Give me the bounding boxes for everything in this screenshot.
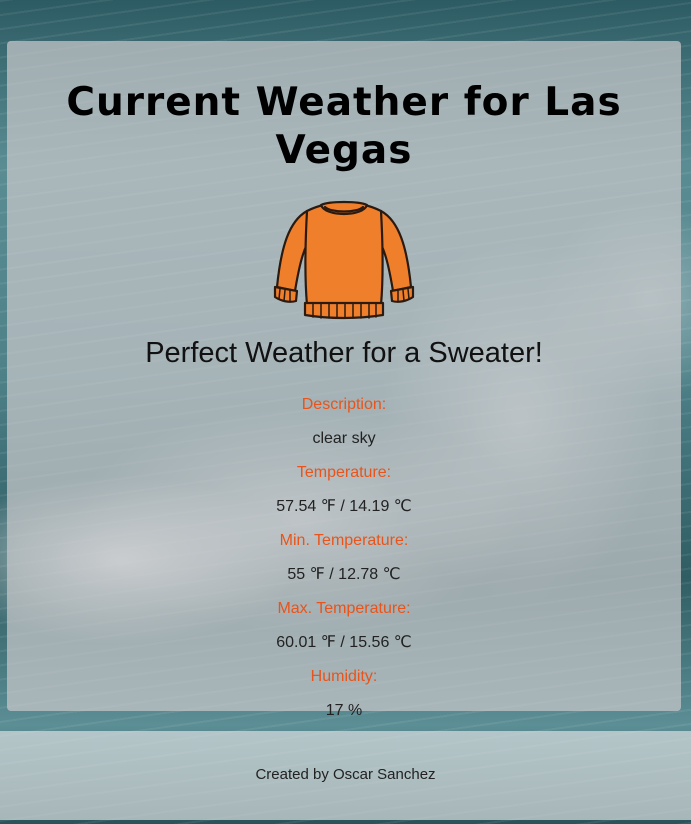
weather-details: Description: clear sky Temperature: 57.5… xyxy=(7,395,681,721)
footer-credit: Created by Oscar Sanchez xyxy=(255,766,436,783)
footer: Created by Oscar Sanchez xyxy=(0,731,691,820)
sweater-recommendation: Perfect Weather for a Sweater! xyxy=(145,337,543,369)
min-temperature-value: 55 ℉ / 12.78 ℃ xyxy=(287,566,401,583)
max-temperature-value: 60.01 ℉ / 15.56 ℃ xyxy=(276,634,412,651)
page-title: Current Weather for Las Vegas xyxy=(66,80,622,173)
description-value: clear sky xyxy=(312,430,376,447)
temperature-label: Temperature: xyxy=(296,464,392,481)
min-temperature-label: Min. Temperature: xyxy=(279,532,409,549)
weather-card: Current Weather for Las Vegas Perfect We… xyxy=(7,41,681,719)
description-label: Description: xyxy=(301,396,387,413)
max-temperature-label: Max. Temperature: xyxy=(277,600,411,617)
sweater-icon xyxy=(259,187,429,325)
humidity-label: Humidity: xyxy=(310,668,378,685)
humidity-value: 17 % xyxy=(325,702,363,719)
temperature-value: 57.54 ℉ / 14.19 ℃ xyxy=(276,498,412,515)
page: Current Weather for Las Vegas Perfect We… xyxy=(0,0,691,824)
